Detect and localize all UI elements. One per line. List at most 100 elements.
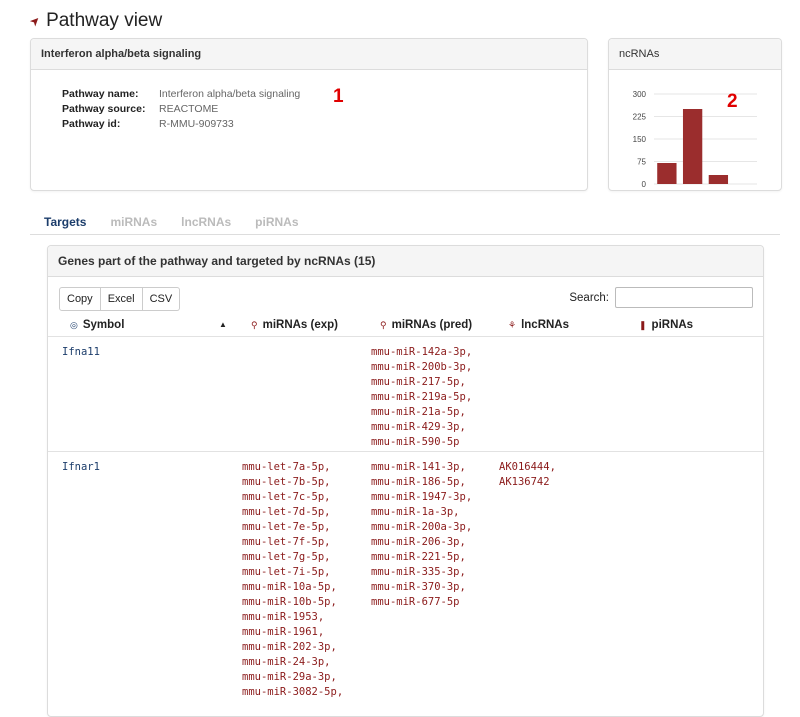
- pathway-panel-title: Interferon alpha/beta signaling: [31, 39, 587, 70]
- targets-panel: Genes part of the pathway and targeted b…: [47, 245, 764, 717]
- ncrnas-bar-chart: 0 75 150 225 300 miRNAs_emiRNAs_plncRNAspiRNA…: [633, 90, 757, 188]
- tab-lncrnas[interactable]: lncRNAs: [181, 215, 231, 229]
- mirna-link[interactable]: mmu-miR-219a-5p,: [371, 390, 472, 405]
- mirna-link[interactable]: mmu-miR-429-3p,: [371, 420, 472, 435]
- column-symbol-label: Symbol: [82, 319, 125, 331]
- pathway-info-panel: Interferon alpha/beta signaling Pathway …: [30, 38, 588, 191]
- table-row: Ifna11 mmu-miR-142a-3p, mmu-miR-200b-3p,…: [48, 336, 763, 452]
- mirna-link[interactable]: mmu-miR-677-5p: [371, 595, 472, 610]
- excel-button[interactable]: Excel: [100, 287, 143, 311]
- mirna-link[interactable]: mmu-miR-335-3p,: [371, 565, 472, 580]
- mirna-link[interactable]: mmu-miR-370-3p,: [371, 580, 472, 595]
- mirna-link[interactable]: mmu-miR-200a-3p,: [371, 520, 472, 535]
- tab-mirnas[interactable]: miRNAs: [110, 215, 157, 229]
- column-lncrnas[interactable]: ⚘ lncRNAs: [508, 319, 569, 331]
- lncrna-link[interactable]: AK136742: [499, 475, 556, 490]
- mirna-link[interactable]: mmu-let-7a-5p,: [242, 460, 343, 475]
- mirna-link[interactable]: mmu-miR-186-5p,: [371, 475, 472, 490]
- table-row: Ifnar1 mmu-let-7a-5p, mmu-let-7b-5p, mmu…: [48, 451, 763, 717]
- tab-divider: [30, 234, 780, 235]
- targets-panel-title: Genes part of the pathway and targeted b…: [48, 246, 763, 277]
- column-pirnas[interactable]: ❚ piRNAs: [639, 319, 693, 331]
- mirna-link[interactable]: mmu-let-7g-5p,: [242, 550, 343, 565]
- pathway-source-value: REACTOME: [159, 103, 219, 115]
- mirna-link[interactable]: mmu-miR-10a-5p,: [242, 580, 343, 595]
- mirna-link[interactable]: mmu-let-7d-5p,: [242, 505, 343, 520]
- chart-ytick-label: 0: [642, 180, 647, 188]
- pathway-id-row: Pathway id: R-MMU-909733: [62, 117, 300, 132]
- mirna-link[interactable]: mmu-let-7b-5p,: [242, 475, 343, 490]
- mirna-link[interactable]: mmu-miR-142a-3p,: [371, 345, 472, 360]
- csv-button[interactable]: CSV: [142, 287, 181, 311]
- mirnas-pred-cell: mmu-miR-142a-3p, mmu-miR-200b-3p, mmu-mi…: [371, 345, 472, 450]
- pathway-id-label: Pathway id:: [62, 118, 121, 130]
- pathway-source-label: Pathway source:: [62, 103, 146, 115]
- tab-targets[interactable]: Targets: [44, 215, 86, 229]
- mirna-link[interactable]: mmu-let-7i-5p,: [242, 565, 343, 580]
- mirna-link[interactable]: mmu-miR-1953,: [242, 610, 343, 625]
- mirna-link[interactable]: mmu-miR-200b-3p,: [371, 360, 472, 375]
- mirnas-pred-cell: mmu-miR-141-3p, mmu-miR-186-5p, mmu-miR-…: [371, 460, 472, 610]
- mirna-link[interactable]: mmu-miR-1a-3p,: [371, 505, 472, 520]
- chart-bar: [682, 109, 703, 184]
- search-input[interactable]: [615, 287, 753, 308]
- chart-bar: [708, 175, 729, 184]
- pathway-name-label: Pathway name:: [62, 88, 139, 100]
- pirna-icon: ❚: [639, 319, 647, 330]
- mirna-link[interactable]: mmu-miR-221-5p,: [371, 550, 472, 565]
- pathway-id-value: R-MMU-909733: [159, 118, 234, 130]
- gene-symbol-link[interactable]: Ifna11: [62, 345, 100, 360]
- tab-bar: Targets miRNAs lncRNAs piRNAs: [44, 215, 299, 229]
- chart-ytick-label: 225: [633, 113, 647, 122]
- mirna-link[interactable]: mmu-miR-10b-5p,: [242, 595, 343, 610]
- chart-category-label: lncRNAs: [698, 187, 724, 188]
- mirna-link[interactable]: mmu-miR-217-5p,: [371, 375, 472, 390]
- sort-ascending-icon[interactable]: ▲: [219, 320, 227, 329]
- search-label: Search:: [569, 291, 609, 304]
- mirna-link[interactable]: mmu-miR-206-3p,: [371, 535, 472, 550]
- annotation-marker-2: 2: [727, 91, 738, 112]
- lncrna-icon: ⚘: [508, 319, 517, 330]
- copy-button[interactable]: Copy: [59, 287, 101, 311]
- tab-pirnas[interactable]: piRNAs: [255, 215, 298, 229]
- export-button-group: Copy Excel CSV: [59, 287, 181, 311]
- chart-ytick-label: 75: [637, 158, 646, 167]
- mirna-link[interactable]: mmu-miR-590-5p: [371, 435, 472, 450]
- lncrna-link[interactable]: AK016444,: [499, 460, 556, 475]
- mirnas-exp-cell: mmu-let-7a-5p, mmu-let-7b-5p, mmu-let-7c…: [242, 460, 343, 700]
- chart-bar: [657, 163, 677, 184]
- chart-ytick-label: 150: [633, 135, 647, 144]
- mirna-link[interactable]: mmu-let-7f-5p,: [242, 535, 343, 550]
- mirna-link[interactable]: mmu-miR-29a-3p,: [242, 670, 343, 685]
- column-mirnas-pred-label: miRNAs (pred): [391, 319, 473, 331]
- chart-ytick-label: 300: [633, 90, 647, 99]
- gene-symbol-link[interactable]: Ifnar1: [62, 460, 100, 475]
- ncrnas-chart-panel: ncRNAs 0 75 150 225 300 miRNAs_emiRNAs_plncRN…: [608, 38, 782, 191]
- column-symbol[interactable]: ◎ Symbol: [70, 319, 124, 331]
- column-mirnas-exp-label: miRNAs (exp): [262, 319, 338, 331]
- mirna-link[interactable]: mmu-miR-3082-5p,: [242, 685, 343, 700]
- mirna-link[interactable]: mmu-let-7e-5p,: [242, 520, 343, 535]
- chart-category-label: piRNAs: [727, 187, 750, 188]
- page-title: Pathway view: [46, 10, 163, 31]
- mirna-link[interactable]: mmu-miR-1947-3p,: [371, 490, 472, 505]
- ncrnas-panel-title: ncRNAs: [609, 39, 781, 70]
- pathway-name-row: Pathway name: Interferon alpha/beta sign…: [62, 87, 300, 102]
- mirna-link[interactable]: mmu-miR-1961,: [242, 625, 343, 640]
- column-mirnas-pred[interactable]: ⚲ miRNAs (pred): [380, 319, 472, 331]
- mirna-link[interactable]: mmu-miR-202-3p,: [242, 640, 343, 655]
- chart-category-label: miRNAs_e: [642, 187, 672, 188]
- mirna-link[interactable]: mmu-miR-21a-5p,: [371, 405, 472, 420]
- mirna-link[interactable]: mmu-miR-141-3p,: [371, 460, 472, 475]
- page-title-wrap: ➤ Pathway view: [27, 10, 163, 32]
- annotation-marker-1: 1: [333, 86, 344, 107]
- target-icon: ◎: [70, 319, 78, 330]
- column-lncrnas-label: lncRNAs: [521, 319, 570, 331]
- chart-category-label: miRNAs_p: [668, 187, 698, 188]
- mirna-link[interactable]: mmu-let-7c-5p,: [242, 490, 343, 505]
- mirna-icon: ⚲: [251, 319, 258, 330]
- mirna-link[interactable]: mmu-miR-24-3p,: [242, 655, 343, 670]
- lncrnas-cell: AK016444, AK136742: [499, 460, 556, 490]
- column-pirnas-label: piRNAs: [651, 319, 694, 331]
- column-mirnas-exp[interactable]: ⚲ miRNAs (exp): [251, 319, 338, 331]
